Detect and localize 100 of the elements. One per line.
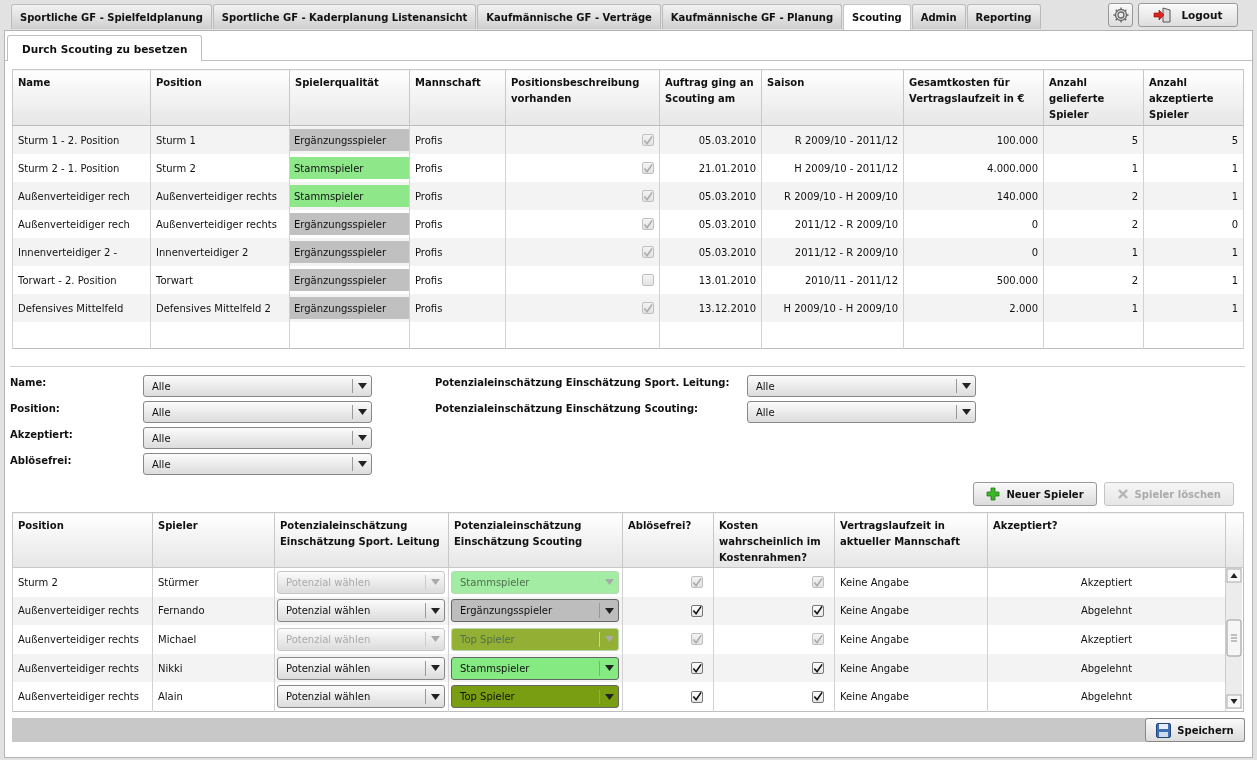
checkbox[interactable]: [691, 604, 703, 617]
add-player-button[interactable]: Neuer Spieler: [973, 482, 1097, 506]
column-header[interactable]: Auftrag ging an Scouting am: [659, 69, 762, 126]
count-cell: 5: [1143, 125, 1244, 154]
column-header[interactable]: Kosten wahrscheinlich im Kostenrahmen?: [713, 512, 835, 568]
potential-dropdown[interactable]: Potenzial wählen: [277, 656, 445, 680]
nav-tab[interactable]: Sportliche GF - Kaderplanung Listenansicht: [212, 4, 477, 29]
filter-dropdown[interactable]: Alle: [143, 375, 372, 397]
date-cell: 05.03.2010: [659, 182, 762, 210]
count-cell: 5: [1043, 125, 1144, 154]
date-cell: 05.03.2010: [659, 238, 762, 266]
count-cell: 1: [1143, 238, 1244, 266]
count-cell: 1: [1043, 238, 1144, 266]
dropdown-arrow-icon: [357, 409, 367, 415]
dropdown-arrow-icon: [961, 383, 971, 389]
save-button[interactable]: Speichern: [1145, 718, 1245, 742]
filter-label: Ablösefrei:: [10, 454, 73, 466]
filter-dropdown[interactable]: Alle: [143, 401, 372, 423]
checkbox[interactable]: [691, 690, 703, 703]
player-name-cell: Michael: [152, 625, 275, 654]
column-header[interactable]: Saison: [761, 69, 904, 126]
team-cell: Profis: [409, 294, 506, 322]
column-header[interactable]: Anzahl akzeptierte Spieler: [1143, 69, 1244, 126]
quality-cell: Ergänzungsspieler: [290, 213, 409, 235]
column-header[interactable]: Anzahl gelieferte Spieler: [1043, 69, 1144, 126]
scouting-dropdown[interactable]: Stammspieler: [451, 656, 619, 680]
column-header[interactable]: Positionsbeschreibung vorhanden: [505, 69, 660, 126]
checkbox[interactable]: [642, 134, 654, 146]
position-cell: Außenverteidiger rechts: [12, 596, 153, 626]
vertical-scrollbar[interactable]: [1226, 568, 1242, 709]
column-header[interactable]: Potenzialeinschätzung Einschätzung Scouting: [448, 512, 623, 568]
team-cell: Profis: [409, 238, 506, 266]
position-cell: Sturm 1: [150, 125, 290, 154]
quality-cell: Stammspieler: [290, 157, 409, 179]
filter-dropdown[interactable]: Alle: [747, 401, 976, 423]
cost-cell: 140.000: [903, 182, 1044, 210]
plus-icon: [986, 487, 1001, 501]
column-header[interactable]: Vertragslaufzeit in aktueller Mannschaft: [834, 512, 988, 568]
nav-tab[interactable]: Reporting: [966, 4, 1041, 29]
checkbox[interactable]: [642, 218, 654, 230]
column-header[interactable]: Name: [12, 69, 151, 126]
checkbox[interactable]: [812, 690, 824, 703]
checkbox[interactable]: [642, 162, 654, 174]
dropdown-arrow-icon: [604, 665, 614, 672]
filter-label: Potenzialeinschätzung Einschätzung Sport. Leitung:: [435, 376, 731, 388]
checkbox[interactable]: [642, 246, 654, 258]
column-header[interactable]: Mannschaft: [409, 69, 506, 126]
x-icon: [1116, 488, 1129, 500]
logout-button[interactable]: Logout: [1138, 3, 1238, 27]
potential-dropdown[interactable]: Potenzial wählen: [277, 599, 445, 623]
checkbox[interactable]: [691, 662, 703, 675]
sub-tab[interactable]: Durch Scouting zu besetzen: [7, 35, 203, 61]
player-name-cell: Alain: [152, 682, 275, 712]
nav-tab[interactable]: Kaufmännische GF - Planung: [661, 4, 843, 29]
filter-dropdown[interactable]: Alle: [143, 427, 372, 449]
filter-label: Akzeptiert:: [10, 428, 74, 440]
player-name-cell: Fernando: [152, 596, 275, 626]
position-cell: Innenverteidiger 2: [150, 238, 290, 266]
dropdown-arrow-icon: [357, 435, 367, 441]
quality-cell: Ergänzungsspieler: [290, 241, 409, 263]
check-icon: [643, 134, 653, 146]
column-header[interactable]: Ablösefrei?: [622, 512, 714, 568]
filter-dropdown[interactable]: Alle: [747, 375, 976, 397]
column-header[interactable]: Potenzialeinschätzung Einschätzung Sport. Leitung: [274, 512, 449, 568]
count-cell: 1: [1143, 182, 1244, 210]
settings-button[interactable]: [1108, 3, 1133, 27]
column-header[interactable]: Spielerqualität: [289, 69, 410, 126]
dropdown-arrow-icon: [430, 636, 440, 643]
filter-dropdown[interactable]: Alle: [143, 453, 372, 475]
column-header[interactable]: Spieler: [152, 512, 275, 568]
nav-tab[interactable]: Admin: [911, 4, 966, 29]
exit-door-icon: [1153, 7, 1174, 23]
position-cell: Außenverteidiger rechts: [12, 653, 153, 683]
cost-cell: 0: [903, 238, 1044, 266]
name-cell: Sturm 1 - 2. Position: [12, 125, 151, 154]
potential-dropdown[interactable]: Potenzial wählen: [277, 685, 445, 709]
scouting-dropdown[interactable]: Top Spieler: [451, 685, 619, 709]
scouting-dropdown[interactable]: Ergänzungsspieler: [451, 599, 619, 623]
position-cell: Defensives Mittelfeld 2: [150, 294, 290, 322]
dropdown-arrow-icon: [604, 579, 614, 586]
nav-tab[interactable]: Scouting: [843, 4, 911, 30]
column-header[interactable]: Akzeptiert?: [987, 512, 1226, 568]
nav-tab[interactable]: Kaufmännische GF - Verträge: [477, 4, 661, 29]
quality-cell: Ergänzungsspieler: [290, 269, 409, 291]
team-cell: Profis: [409, 182, 506, 210]
checkbox[interactable]: [812, 662, 824, 675]
checkbox[interactable]: [642, 190, 654, 202]
check-icon: [692, 576, 702, 588]
contract-term-cell: Keine Angabe: [834, 653, 988, 683]
check-icon: [813, 576, 823, 588]
column-header[interactable]: Gesamtkosten für Vertragslaufzeit in €: [903, 69, 1044, 126]
count-cell: 1: [1043, 294, 1144, 322]
checkbox[interactable]: [812, 604, 824, 617]
player-name-cell: Stürmer: [152, 567, 275, 597]
column-header[interactable]: Position: [12, 512, 153, 568]
nav-tab[interactable]: Sportliche GF - Spielfeldplanung: [11, 4, 212, 29]
season-cell: H 2009/10 - H 2009/10: [761, 294, 904, 322]
column-header[interactable]: Position: [150, 69, 290, 126]
checkbox[interactable]: [642, 302, 654, 314]
check-icon: [643, 190, 653, 202]
